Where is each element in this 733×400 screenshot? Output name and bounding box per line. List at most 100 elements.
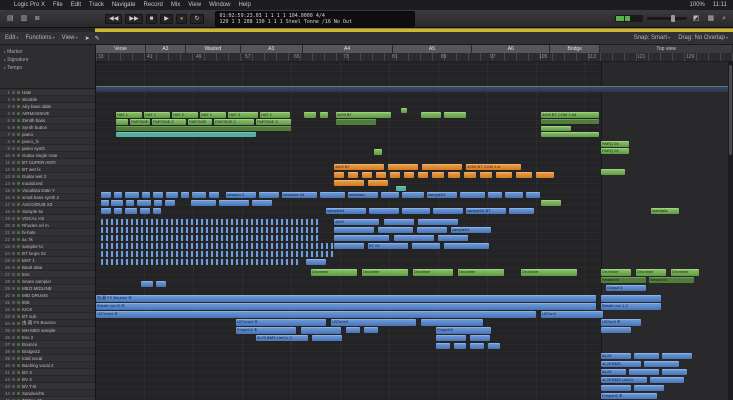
solo-button[interactable] [17,343,20,346]
region[interactable]: sample04 BT [466,208,506,214]
region[interactable] [401,108,407,113]
global-track-signature[interactable]: Signature [4,56,91,64]
vertical-scrollbar[interactable] [728,61,733,400]
region[interactable] [421,319,483,326]
mute-button[interactable] [12,133,15,136]
region[interactable]: sample04 [451,227,491,233]
solo-button[interactable] [17,133,20,136]
region[interactable]: HAT 1 [260,112,290,118]
region[interactable]: LB7un4 [541,311,603,318]
region[interactable]: mixdown 04 [282,192,317,198]
track-header-row[interactable]: 24BT loops 02 [0,250,95,257]
solo-button[interactable] [17,224,20,227]
solo-button[interactable] [17,322,20,325]
mute-button[interactable] [12,322,15,325]
solo-button[interactable] [17,217,20,220]
region[interactable] [448,172,460,178]
forward-button[interactable]: ▶▶ [125,14,142,24]
region[interactable] [433,208,463,214]
track-header-row[interactable]: 29MEO MIDLINE [0,285,95,292]
track-header-row[interactable]: 22ax 7k [0,236,95,243]
mute-button[interactable] [12,231,15,234]
track-header-row[interactable]: 12BT wet fx [0,166,95,173]
track-header-row[interactable]: 26Bault data [0,264,95,271]
mute-button[interactable] [12,224,15,227]
track-header-row[interactable]: 25MAT 1 [0,257,95,264]
track-header-row[interactable]: 1Hats [0,89,95,96]
region[interactable]: HAT 1 [116,112,142,118]
controlbar-icon[interactable]: ⌕ [720,15,728,22]
track-header-row[interactable]: 43BV T-B [0,383,95,390]
tool-button[interactable]: ✎ [95,35,100,42]
mute-button[interactable] [12,301,15,304]
region[interactable]: Smash04 [649,277,694,283]
region[interactable] [541,132,599,137]
track-header-row[interactable]: 33BT sub [0,313,95,320]
region[interactable] [488,343,500,349]
track-header-row[interactable]: 11BT SUPER ANTI [0,159,95,166]
mute-button[interactable] [12,308,15,311]
region[interactable] [334,235,389,241]
mute-button[interactable] [12,336,15,339]
track-header-row[interactable]: 31808 [0,299,95,306]
solo-button[interactable] [17,147,20,150]
solo-button[interactable] [17,238,20,241]
track-header-row[interactable]: 28Snare sampler [0,278,95,285]
region[interactable] [101,259,301,265]
region[interactable] [374,149,382,155]
solo-button[interactable] [17,119,20,122]
toolbar-menu[interactable]: Drag: No Overlap [678,35,728,41]
menu-item[interactable]: Logic Pro X [14,2,45,8]
region[interactable]: mixdown [348,192,378,198]
tool-button[interactable]: ➤ [85,35,90,42]
mute-button[interactable] [12,217,15,220]
region[interactable] [402,192,424,198]
menu-item[interactable]: Navigate [112,2,136,8]
region[interactable]: LB7un4 ④ [601,319,641,326]
solo-button[interactable] [17,315,20,318]
region[interactable] [219,200,249,206]
arrangement-marker[interactable]: A3 [241,45,303,53]
solo-button[interactable] [17,231,20,234]
region[interactable] [165,200,175,206]
region[interactable] [346,327,360,333]
region[interactable] [601,295,661,302]
region[interactable] [181,192,189,198]
toolbar-menu-functions[interactable]: Functions [25,35,54,41]
menu-item[interactable]: Edit [71,2,81,8]
mute-button[interactable] [12,280,15,283]
region[interactable] [101,219,321,225]
region[interactable] [334,172,344,178]
region[interactable] [101,227,321,233]
region[interactable] [368,180,388,186]
solo-button[interactable] [17,294,20,297]
menu-item[interactable]: Help [238,2,250,8]
region[interactable] [402,208,430,214]
track-header-row[interactable]: 20Rhodes rel m [0,222,95,229]
menubar-status-item[interactable]: 100% [690,2,705,8]
arrangement-marker[interactable]: Bridge [550,45,600,53]
global-track-tempo[interactable]: Tempo [4,64,91,72]
region[interactable] [634,385,664,391]
region[interactable] [101,251,336,257]
region[interactable] [156,281,166,287]
track-header-row[interactable]: 16small bass synth 2 [0,194,95,201]
mixer-icon[interactable]: ≣ [32,15,42,22]
region[interactable]: Freq/ch3 ④ [236,327,296,334]
solo-button[interactable] [17,210,20,213]
region[interactable] [404,172,414,178]
region[interactable]: 由.器 FX Bounce ④ [96,295,596,302]
region[interactable] [444,243,489,249]
track-header-row[interactable]: 39total vocal [0,355,95,362]
region[interactable] [101,192,111,198]
region[interactable] [142,192,150,198]
mute-button[interactable] [12,287,15,290]
region[interactable] [334,243,364,249]
controlbar-icon[interactable]: ◩ [691,15,702,22]
region[interactable]: Drummer [636,269,666,276]
region[interactable] [259,192,279,198]
solo-button[interactable] [17,280,20,283]
region[interactable] [536,172,554,178]
track-header-row[interactable]: 4AIRMASSIVE [0,110,95,117]
solo-button[interactable] [17,252,20,255]
